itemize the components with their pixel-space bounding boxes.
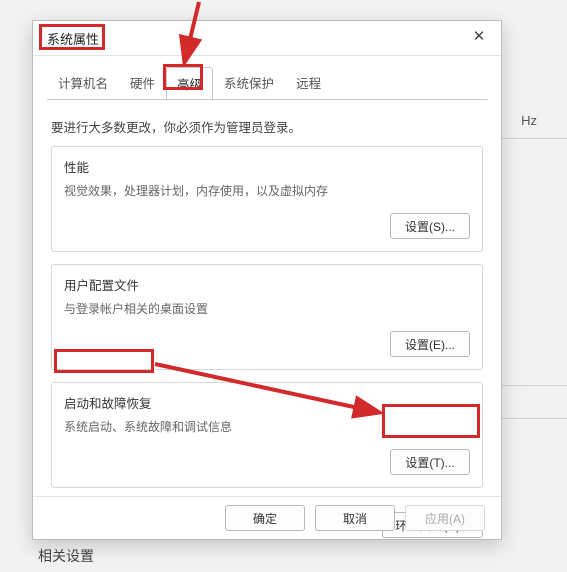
dialog-title: 系统属性: [47, 29, 99, 48]
group-startup-recovery-title: 启动和故障恢复: [64, 393, 470, 412]
host-hz-label: Hz: [521, 113, 537, 128]
group-user-profile: 用户配置文件 与登录帐户相关的桌面设置 设置(E)...: [51, 264, 483, 370]
group-performance: 性能 视觉效果，处理器计划，内存使用，以及虚拟内存 设置(S)...: [51, 146, 483, 252]
performance-settings-button[interactable]: 设置(S)...: [390, 213, 470, 239]
ok-button[interactable]: 确定: [225, 505, 305, 531]
tab-advanced[interactable]: 高级: [166, 67, 213, 101]
host-divider: [497, 138, 567, 139]
tab-underline: [47, 99, 487, 100]
tab-system-protection[interactable]: 系统保护: [213, 66, 285, 100]
dialog-content: 要进行大多数更改，你必须作为管理员登录。 性能 视觉效果，处理器计划，内存使用，…: [33, 101, 501, 508]
tab-hardware[interactable]: 硬件: [119, 66, 166, 100]
titlebar: 系统属性 ✕: [33, 21, 501, 56]
close-icon[interactable]: ✕: [469, 28, 489, 48]
startup-recovery-settings-button[interactable]: 设置(T)...: [390, 449, 470, 475]
tab-remote[interactable]: 远程: [285, 66, 332, 100]
user-profile-settings-button[interactable]: 设置(E)...: [390, 331, 470, 357]
group-performance-title: 性能: [64, 157, 470, 176]
host-related-settings-heading: 相关设置: [38, 546, 94, 566]
tab-strip: 计算机名 硬件 高级 系统保护 远程: [33, 56, 501, 100]
tab-computer-name[interactable]: 计算机名: [47, 66, 119, 100]
host-divider: [497, 385, 567, 386]
group-user-profile-title: 用户配置文件: [64, 275, 470, 294]
group-performance-desc: 视觉效果，处理器计划，内存使用，以及虚拟内存: [64, 182, 470, 199]
group-startup-recovery: 启动和故障恢复 系统启动、系统故障和调试信息 设置(T)...: [51, 382, 483, 488]
host-divider: [497, 418, 567, 419]
apply-button[interactable]: 应用(A): [405, 505, 485, 531]
admin-notice: 要进行大多数更改，你必须作为管理员登录。: [51, 117, 483, 136]
system-properties-dialog: 系统属性 ✕ 计算机名 硬件 高级 系统保护 远程 要进行大多数更改，你必须作为…: [32, 20, 502, 540]
dialog-footer: 确定 取消 应用(A): [33, 496, 501, 539]
group-user-profile-desc: 与登录帐户相关的桌面设置: [64, 300, 470, 317]
cancel-button[interactable]: 取消: [315, 505, 395, 531]
group-startup-recovery-desc: 系统启动、系统故障和调试信息: [64, 418, 470, 435]
